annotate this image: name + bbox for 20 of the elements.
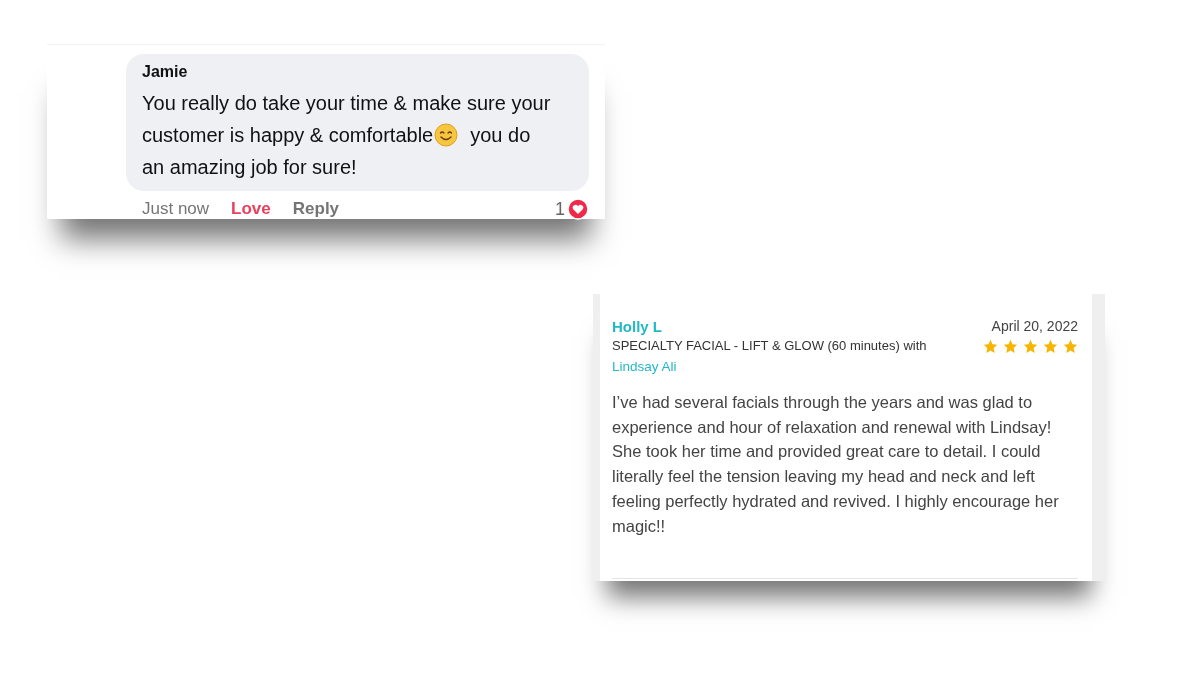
reply-button[interactable]: Reply: [292, 199, 340, 219]
comment-text: an amazing job for sure!: [142, 155, 357, 180]
comment-text: You really do take your time & make sure your: [142, 91, 551, 116]
comment-author: Jamie: [142, 63, 188, 81]
star-icon: [983, 339, 998, 354]
star-icon: [1003, 339, 1018, 354]
provider-link[interactable]: Lindsay Ali: [612, 359, 677, 374]
comment-time: Just now: [142, 199, 210, 219]
comment-text: customer is happy & comfortable: [142, 123, 434, 148]
service-name: SPECIALTY FACIAL - LIFT & GLOW (60 minutes) with: [612, 338, 927, 353]
star-icon: [1043, 339, 1058, 354]
review-date: April 20, 2022: [991, 318, 1078, 334]
star-icon: [1023, 339, 1038, 354]
star-icon: [1063, 339, 1078, 354]
reaction-count: 1: [555, 198, 565, 220]
review-text: I’ve had several facials through the years and was glad to experience and hour of relaxation and renewal with Lindsay! She took her time and provided great care to detail. I could literally feel the tension leaving my head and neck and left feeling perfectly hydrated and revived. I highly encourage her magic!!: [612, 392, 1060, 537]
smiley-icon: [434, 123, 459, 147]
comment-text: you do: [470, 123, 531, 148]
love-button[interactable]: Love: [231, 199, 271, 219]
reviewer-name: Holly L: [612, 318, 662, 335]
